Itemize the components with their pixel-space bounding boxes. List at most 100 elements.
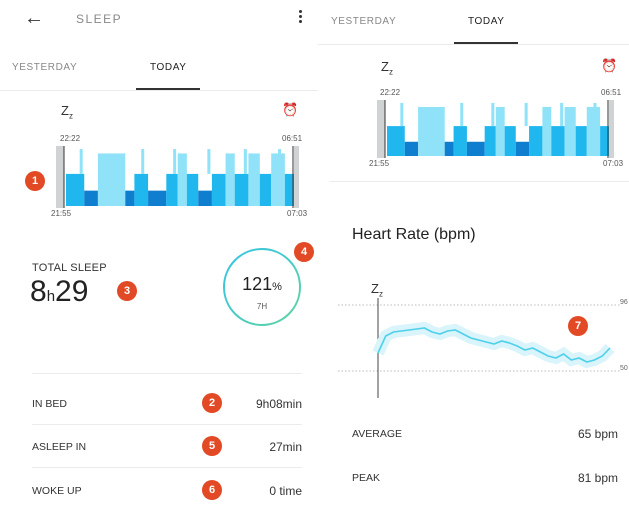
- sleep-stage-bar: [177, 153, 187, 206]
- total-sleep-minutes: 29: [55, 275, 89, 308]
- section-divider: [32, 373, 302, 374]
- sleep-stage-bar: [84, 190, 98, 206]
- sleep-stage-bar: [404, 141, 419, 156]
- sleep-stage-bar: [259, 173, 272, 206]
- tab-divider: [318, 44, 629, 45]
- annotation-badge: 4: [294, 242, 314, 262]
- stat-value: 27min: [269, 440, 302, 454]
- sleep-stage-bar: [453, 126, 467, 156]
- row-divider: [32, 424, 302, 425]
- awake-spike: [524, 102, 528, 127]
- awake-spike: [79, 149, 83, 174]
- zzz-icon: Zz: [371, 281, 383, 299]
- sleep-stage-bar: [148, 190, 167, 206]
- awake-spike: [593, 102, 597, 127]
- sleep-hypnogram: [377, 100, 614, 158]
- sleep-stage-bar: [466, 141, 485, 156]
- awake-bar: [377, 100, 385, 158]
- sleep-stage-bar: [198, 190, 212, 206]
- sleep-stage-bar: [225, 153, 235, 206]
- goal-percent-value: 121: [242, 274, 273, 294]
- sleep-stage-bar: [418, 106, 445, 156]
- peak-label: PEAK: [352, 472, 381, 484]
- sleep-stage-bar: [97, 153, 126, 206]
- sleep-stage-bar: [166, 173, 178, 206]
- sleep-screen-right: YESTERDAY TODAY Zz ⏰ 22:22 06:51 21:55 0…: [318, 0, 629, 524]
- sleep-stage-bar: [586, 106, 601, 156]
- fell-asleep-time: 22:22: [60, 134, 81, 143]
- awake-bar: [294, 146, 299, 208]
- more-options-icon[interactable]: [297, 10, 303, 30]
- awake-spike: [243, 149, 247, 174]
- awake-spike: [207, 149, 211, 174]
- sleep-stage-bar: [495, 106, 505, 156]
- stat-label: ASLEEP IN: [32, 441, 87, 453]
- sleep-stage-bar: [387, 126, 405, 156]
- in-bed-end-time: 07:03: [287, 209, 308, 218]
- tab-today[interactable]: TODAY: [468, 16, 505, 27]
- awake-spike: [560, 102, 564, 127]
- stat-row-woke-up: WOKE UP 0 time: [32, 480, 302, 504]
- heart-rate-title: Heart Rate (bpm): [352, 226, 476, 243]
- heart-rate-chart: [338, 298, 620, 398]
- awake-spike: [173, 149, 177, 174]
- sleep-stage-bar: [529, 126, 543, 156]
- stat-value: 0 time: [269, 484, 302, 498]
- wake-time: 06:51: [601, 88, 622, 97]
- stat-row-in-bed: IN BED 9h08min: [32, 393, 302, 417]
- sleep-stage-bar: [542, 106, 552, 156]
- total-sleep-value: 8h29: [30, 275, 88, 309]
- sleep-stage-bar: [515, 141, 530, 156]
- annotation-badge: 3: [117, 281, 137, 301]
- annotation-badge: 2: [202, 393, 222, 413]
- stat-row-asleep-in: ASLEEP IN 27min: [32, 436, 302, 460]
- sleep-stage-bar: [564, 106, 576, 156]
- annotation-badge: 5: [202, 436, 222, 456]
- awake-spike: [141, 149, 145, 174]
- sleep-goal-ring: 121% 7H: [221, 246, 303, 328]
- zzz-icon: Zz: [61, 103, 73, 121]
- average-label: AVERAGE: [352, 428, 402, 440]
- sleep-stage-bar: [186, 173, 199, 206]
- in-bed-end-time: 07:03: [603, 159, 624, 168]
- total-sleep-hours: 8: [30, 275, 47, 308]
- annotation-badge: 7: [568, 316, 588, 336]
- sleep-stage-bar: [248, 153, 260, 206]
- in-bed-start-time: 21:55: [51, 209, 72, 218]
- tab-divider: [0, 90, 318, 91]
- hr-axis-min: 50: [620, 365, 628, 372]
- sleep-screen-left: ← SLEEP YESTERDAY TODAY Zz ⏰ 22:22 06:51…: [0, 0, 318, 524]
- goal-percent: 121%: [221, 274, 303, 295]
- stat-label: WOKE UP: [32, 485, 82, 497]
- awake-spike: [278, 149, 282, 174]
- goal-percent-sign: %: [272, 281, 282, 293]
- alarm-clock-icon: ⏰: [282, 102, 299, 117]
- total-sleep-hours-unit: h: [46, 288, 56, 305]
- stat-label: IN BED: [32, 398, 68, 410]
- page-title: SLEEP: [76, 12, 123, 26]
- sleep-stage-bar: [211, 173, 226, 206]
- sleep-stage-bar: [484, 126, 496, 156]
- awake-bar: [56, 146, 64, 208]
- stat-value: 9h08min: [255, 397, 302, 411]
- sleep-stage-bar: [444, 141, 454, 156]
- awake-spike: [400, 102, 404, 127]
- annotation-badge: 6: [202, 480, 222, 500]
- fell-asleep-time: 22:22: [380, 88, 401, 97]
- peak-value: 81 bpm: [577, 471, 618, 485]
- sleep-stage-bar: [551, 126, 565, 156]
- section-divider: [330, 181, 629, 182]
- hr-axis-max: 96: [620, 299, 628, 306]
- sleep-stage-bar: [575, 126, 587, 156]
- tab-yesterday[interactable]: YESTERDAY: [331, 16, 396, 27]
- zzz-icon: Zz: [381, 59, 393, 77]
- back-arrow-icon[interactable]: ←: [24, 8, 44, 28]
- alarm-clock-icon: ⏰: [601, 58, 618, 73]
- awake-bar: [609, 100, 614, 158]
- wake-time: 06:51: [282, 134, 303, 143]
- tab-today[interactable]: TODAY: [150, 62, 187, 73]
- awake-spike: [491, 102, 495, 127]
- sleep-hypnogram: [56, 146, 299, 208]
- tab-yesterday[interactable]: YESTERDAY: [12, 62, 77, 73]
- sleep-stage-bar: [134, 173, 149, 206]
